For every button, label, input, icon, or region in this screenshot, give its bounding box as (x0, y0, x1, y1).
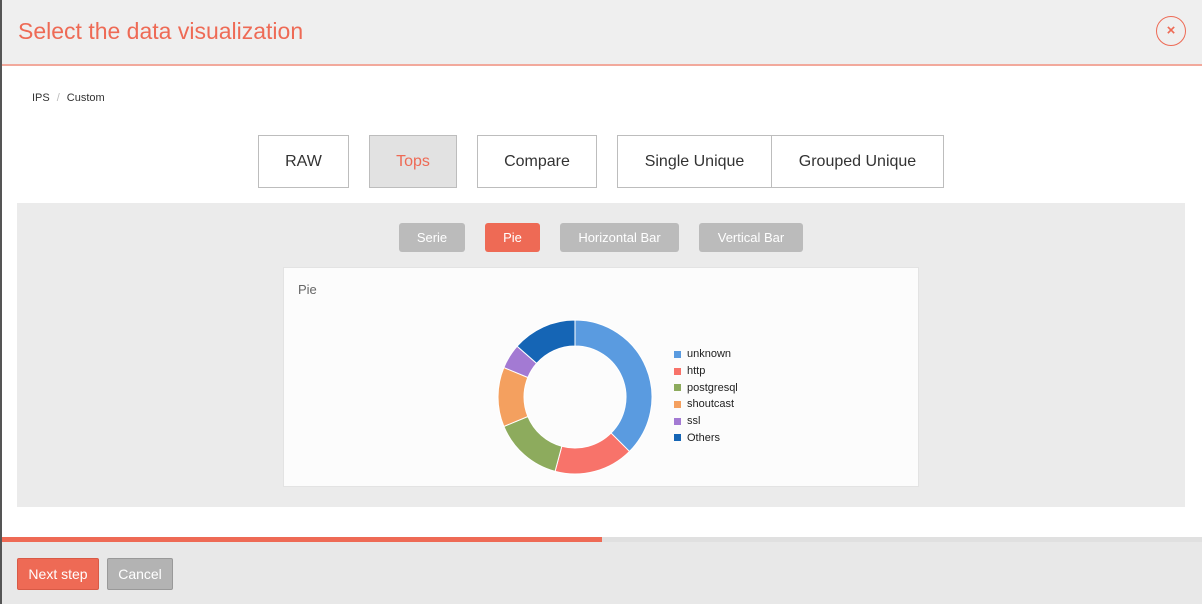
close-button[interactable]: × (1156, 16, 1186, 46)
tab-raw[interactable]: RAW (258, 135, 349, 188)
breadcrumb-item-custom: Custom (66, 92, 105, 104)
legend-label: http (687, 365, 706, 378)
legend-swatch (674, 367, 681, 375)
legend-swatch (674, 417, 681, 425)
chart-type-serie-button[interactable]: Serie (399, 223, 465, 252)
chart-type-pie-button[interactable]: Pie (485, 223, 540, 252)
chart-type-vertical-bar-button[interactable]: Vertical Bar (699, 223, 803, 252)
legend-label: ssl (687, 415, 701, 428)
tab-compare[interactable]: Compare (477, 135, 597, 188)
modal-footer: Next step Cancel (2, 542, 1202, 604)
close-icon: × (1166, 22, 1176, 39)
legend-label: Others (687, 431, 721, 444)
legend-item-ssl[interactable]: ssl (674, 413, 738, 430)
pie-slice-unknown[interactable] (574, 319, 653, 453)
chart-title: Pie (298, 282, 317, 297)
legend-label: postgresql (687, 381, 738, 394)
legend-item-http[interactable]: http (674, 363, 738, 380)
chart-type-horizontal-bar-button[interactable]: Horizontal Bar (560, 223, 679, 252)
legend-swatch (674, 434, 681, 442)
legend-item-postgresql[interactable]: postgresql (674, 379, 738, 396)
donut-chart (497, 319, 653, 475)
breadcrumb-separator: / (56, 92, 60, 104)
tab-tops[interactable]: Tops (369, 135, 457, 188)
next-step-button[interactable]: Next step (17, 558, 99, 590)
modal-dialog: Select the data visualization × IPS / Cust… (0, 0, 1202, 604)
tab-grouped-unique[interactable]: Grouped Unique (771, 135, 944, 188)
legend-item-unknown[interactable]: unknown (674, 346, 738, 363)
legend-swatch (674, 400, 681, 408)
chart-legend: unknown http postgresql shoutcast ssl Others (674, 346, 738, 446)
cancel-button[interactable]: Cancel (107, 558, 173, 590)
modal-header: Select the data visualization × (2, 0, 1202, 66)
legend-swatch (674, 384, 681, 392)
pie-slice-postgresql[interactable] (503, 415, 563, 472)
modal-title: Select the data visualization (18, 18, 304, 44)
pie-slice-shoutcast[interactable] (497, 366, 529, 428)
legend-item-shoutcast[interactable]: shoutcast (674, 396, 738, 413)
visualization-panel: Serie Pie Horizontal Bar Vertical Bar Pi… (17, 203, 1185, 507)
legend-swatch (674, 350, 681, 358)
breadcrumb-item-ips[interactable]: IPS (32, 92, 50, 104)
breadcrumb: IPS / Custom (32, 92, 105, 104)
legend-label: shoutcast (687, 398, 735, 411)
legend-item-others[interactable]: Others (674, 429, 738, 446)
tab-single-unique[interactable]: Single Unique (617, 135, 772, 188)
chart-container: Pie unknown http postgresql shoutcast ssl Oth… (283, 267, 919, 487)
legend-label: unknown (687, 348, 732, 361)
